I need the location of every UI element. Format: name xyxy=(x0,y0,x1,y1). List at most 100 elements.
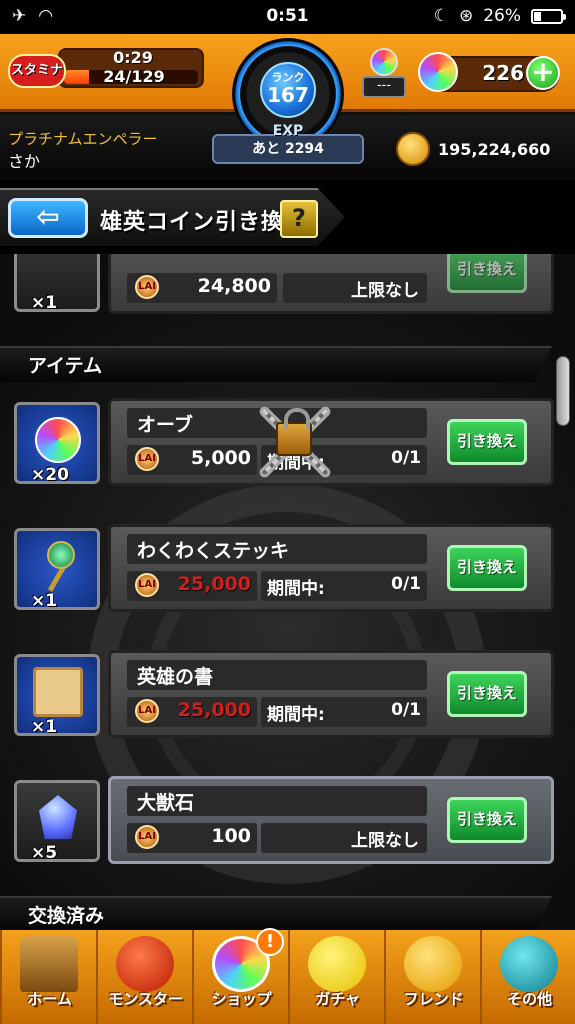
gacha-egg-icon xyxy=(308,936,366,992)
lock-icon xyxy=(246,400,342,484)
stamina-value: 24/129 xyxy=(103,67,165,86)
player-name: さか xyxy=(8,152,41,171)
limit-value: 0/1 xyxy=(391,700,421,720)
item-quantity: ×1 xyxy=(31,293,58,313)
battery-percent: 26% xyxy=(483,6,521,26)
orb-icon xyxy=(418,52,458,92)
item-name-box: 英雄の書 xyxy=(127,660,427,690)
rank-number: 167 xyxy=(267,83,309,107)
luck-item-icon[interactable]: --- xyxy=(362,48,406,100)
other-icon xyxy=(500,936,558,992)
exchange-button[interactable]: 引き換え xyxy=(447,797,527,843)
friend-icon xyxy=(404,936,462,992)
exp-label: EXP xyxy=(272,123,304,139)
nav-label: ショップ xyxy=(211,990,272,1008)
limit-box: 上限なし xyxy=(283,273,427,303)
item-panel: 英雄の書 LAI 25,000 期間中: 0/1 引き換え xyxy=(108,650,554,738)
luck-box: --- xyxy=(362,76,406,98)
scrollbar-handle[interactable] xyxy=(556,356,570,426)
section-title: 交換済み xyxy=(28,905,105,927)
list-item: ×1 LAI 24,800 上限なし 引き換え xyxy=(14,254,554,314)
limit-box: 期間中: 0/1 xyxy=(261,697,427,727)
exp-remaining: あと 2294 xyxy=(252,141,324,157)
exchange-button[interactable]: 引き換え xyxy=(447,545,527,591)
stamina-icon: スタミナ xyxy=(8,54,66,88)
exchange-button[interactable]: 引き換え xyxy=(447,254,527,293)
limit-value: 0/1 xyxy=(391,448,421,468)
list-item-hero-book: ×1 英雄の書 LAI 25,000 期間中: 0/1 引き換え xyxy=(14,650,554,738)
moon-icon: ☾ xyxy=(433,6,449,26)
nav-friend[interactable]: フレンド xyxy=(384,930,479,1024)
item-name: わくわくステッキ xyxy=(137,540,290,562)
gold-count: 195,224,660 xyxy=(438,140,551,159)
rainbow-gem-icon xyxy=(370,48,398,76)
scroll-icon xyxy=(33,667,83,717)
status-bar: ✈ ◠ 0:51 ☾ ⊛ 26% xyxy=(0,0,575,34)
exchange-button[interactable]: 引き換え xyxy=(447,419,527,465)
nav-home[interactable]: ホーム xyxy=(0,930,95,1024)
item-thumbnail: ×5 xyxy=(14,780,100,863)
item-quantity: ×1 xyxy=(31,591,58,611)
hero-coin-icon: LAI xyxy=(135,447,159,471)
hero-coin-icon: LAI xyxy=(135,825,159,849)
nav-monster[interactable]: モンスター xyxy=(96,930,191,1024)
item-panel: LAI 24,800 上限なし 引き換え xyxy=(108,254,554,314)
shop-notification-badge: ! xyxy=(256,928,284,956)
hero-coin-icon: LAI xyxy=(135,573,159,597)
page-title: 雄英コイン引き換え xyxy=(100,210,308,235)
item-name: 英雄の書 xyxy=(137,666,214,688)
price-box: LAI 24,800 xyxy=(127,273,277,303)
list-item-beast-stone: ×5 大獣石 LAI 100 上限なし 引き換え xyxy=(14,776,554,864)
bottom-nav: ホーム モンスター ショップ ガチャ フレンド その他 xyxy=(0,930,575,1024)
item-quantity: ×1 xyxy=(31,717,58,737)
orb-count: 226 xyxy=(482,61,524,85)
back-button[interactable]: ⇦ xyxy=(8,198,88,238)
rank-ball-icon: ランク 167 xyxy=(260,62,316,118)
price-box: LAI 5,000 xyxy=(127,445,257,475)
stamina-box: 0:29 24/129 xyxy=(58,48,204,88)
item-name: オーブ xyxy=(137,414,193,436)
rotation-lock-icon: ⊛ xyxy=(458,6,474,26)
price-box: LAI 25,000 xyxy=(127,571,257,601)
battery-level xyxy=(534,11,542,21)
item-name-box: 大獣石 xyxy=(127,786,427,816)
item-thumbnail: ×1 xyxy=(14,254,100,313)
beast-stone-icon xyxy=(39,795,77,839)
limit-label: 期間中: xyxy=(267,579,325,599)
title-banner: ⇦ 雄英コイン引き換え ? xyxy=(0,184,575,250)
battery-icon xyxy=(531,8,566,24)
game-header: 0:29 24/129 スタミナ ランク 167 EXP あと 2294 ---… xyxy=(0,34,575,180)
player-title: プラチナムエンペラー xyxy=(8,130,158,148)
magic-stick-icon xyxy=(39,539,79,591)
item-thumbnail: ×1 xyxy=(14,654,100,737)
item-panel: 大獣石 LAI 100 上限なし 引き換え xyxy=(108,776,554,864)
limit-value: 上限なし xyxy=(351,831,419,851)
exchange-list[interactable]: ×1 LAI 24,800 上限なし 引き換え アイテム ×20 オーブ LAI… xyxy=(0,254,575,930)
list-item-stick: ×1 わくわくステッキ LAI 25,000 期間中: 0/1 引き換え xyxy=(14,524,554,612)
limit-label: 期間中: xyxy=(267,705,325,725)
exp-box: EXP あと 2294 xyxy=(212,123,364,164)
item-thumbnail: ×1 xyxy=(14,528,100,611)
nav-label: モンスター xyxy=(108,990,183,1008)
section-header-items: アイテム xyxy=(0,346,552,382)
hero-coin-icon: LAI xyxy=(135,275,159,299)
price-box: LAI 100 xyxy=(127,823,257,853)
nav-other[interactable]: その他 xyxy=(480,930,575,1024)
item-panel: わくわくステッキ LAI 25,000 期間中: 0/1 引き換え xyxy=(108,524,554,612)
buy-orbs-button[interactable]: + xyxy=(526,56,560,90)
item-name: 大獣石 xyxy=(137,792,195,814)
item-thumbnail: ×20 xyxy=(14,402,100,485)
item-price: 100 xyxy=(211,825,251,847)
monster-icon xyxy=(116,936,174,992)
exchange-button[interactable]: 引き換え xyxy=(447,671,527,717)
nav-label: フレンド xyxy=(403,990,464,1008)
item-limit: 上限なし xyxy=(351,281,419,301)
item-price: 24,800 xyxy=(197,275,271,297)
nav-gacha[interactable]: ガチャ xyxy=(288,930,383,1024)
help-button[interactable]: ? xyxy=(280,200,318,238)
limit-value: 0/1 xyxy=(391,574,421,594)
stamina-timer: 0:29 xyxy=(113,48,153,67)
item-name-box: わくわくステッキ xyxy=(127,534,427,564)
nav-label: ホーム xyxy=(27,990,72,1008)
item-quantity: ×5 xyxy=(31,843,58,863)
